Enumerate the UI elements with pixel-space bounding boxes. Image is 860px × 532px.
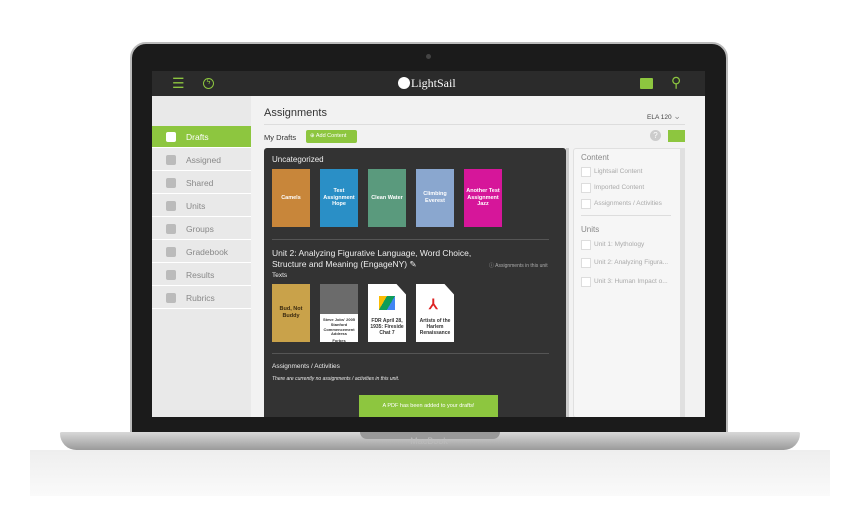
share-icon [166, 178, 176, 188]
pdf-icon: ⅄ [429, 296, 438, 312]
filter-checkbox[interactable]: Unit 3: Human Impact o... [581, 277, 668, 287]
sail-logo-icon [398, 77, 410, 89]
book-title: Test Assignment Hope [323, 188, 355, 208]
filter-checkbox[interactable]: Imported Content [581, 183, 644, 193]
top-bar: ☰ ϟ LightSail ⚲ [152, 71, 705, 96]
divider [272, 353, 549, 354]
app-screen: ☰ ϟ LightSail ⚲ Drafts Assigned Shared U… [152, 71, 705, 417]
unit-title-text: Unit 2: Analyzing Figurative Language, W… [272, 248, 472, 269]
texts-label: Texts [272, 272, 288, 279]
page-title: Assignments [264, 107, 327, 119]
lightning-icon[interactable]: ϟ [203, 78, 214, 89]
activities-empty: There are currently no assignments / act… [272, 376, 400, 382]
drafts-panel: Uncategorized Camels Test Assignment Hope… [264, 148, 566, 417]
activities-label: Assignments / Activities [272, 363, 340, 370]
sidebar-label: Results [186, 270, 215, 280]
laptop-shadow [30, 450, 830, 496]
sidebar-label: Groups [186, 224, 214, 234]
text-title: Steve Jobs' 2005 Stanford Commencement A… [322, 317, 356, 337]
clipboard-icon [166, 155, 176, 165]
book-title: Climbing Everest [423, 191, 447, 204]
lightsail-logo: LightSail [398, 76, 456, 91]
filter-checkbox[interactable]: Assignments / Activities [581, 199, 662, 209]
photo [320, 284, 358, 314]
doc-title: FDR April 28, 1935: Fireside Chat 7 [370, 318, 404, 336]
draft-book-cover[interactable]: Clean Water [368, 169, 406, 227]
sidebar-item-results[interactable]: Results [152, 264, 251, 286]
filter-scrollbar[interactable] [680, 148, 685, 417]
sidebar-label: Drafts [186, 132, 209, 142]
edit-pencil-icon[interactable]: ✎ [410, 259, 417, 269]
unit-title: Unit 2: Analyzing Figurative Language, W… [272, 248, 472, 270]
sidebar-item-gradebook[interactable]: Gradebook [152, 241, 251, 263]
sidebar-label: Shared [186, 178, 214, 188]
hamburger-icon[interactable]: ☰ [172, 75, 185, 92]
help-icon[interactable]: ? [650, 130, 661, 141]
device-brand: MacBook [410, 436, 448, 446]
filter-panel: Content Lightsail Content Imported Conte… [573, 148, 685, 417]
class-name: ELA 120 [647, 114, 672, 121]
logo-text: LightSail [411, 76, 456, 90]
draft-book-cover[interactable]: Test Assignment Hope [320, 169, 358, 227]
book-title: Clean Water [371, 194, 403, 201]
scrollbar[interactable] [566, 148, 569, 417]
book-title: Another Test Assignment Jazz [466, 188, 500, 208]
units-filter-title: Units [581, 225, 600, 234]
content-filter-title: Content [581, 153, 610, 162]
uncategorized-title: Uncategorized [272, 155, 324, 164]
text-steve-jobs-address[interactable]: Steve Jobs' 2005 Stanford Commencement A… [320, 284, 358, 344]
sidebar-item-shared[interactable]: Shared [152, 172, 251, 194]
sidebar-item-units[interactable]: Units [152, 195, 251, 217]
draft-book-cover[interactable]: Another Test Assignment Jazz [464, 169, 502, 227]
mail-icon[interactable] [668, 130, 685, 142]
doc-harlem-renaissance[interactable]: ⅄ Artists of the Harlem Renaissance [416, 284, 454, 342]
sidebar-label: Units [186, 201, 206, 211]
assignments-in-unit-note: ⓘ Assignments in this unit [489, 263, 548, 269]
units-icon [166, 201, 176, 211]
sidebar-item-assigned[interactable]: Assigned [152, 149, 251, 171]
google-drive-icon [379, 296, 395, 310]
sidebar-item-rubrics[interactable]: Rubrics [152, 287, 251, 309]
add-content-button[interactable]: ⊕ Add Content [306, 130, 357, 143]
divider [272, 239, 549, 240]
gradebook-icon [166, 247, 176, 257]
sidebar-label: Gradebook [186, 247, 229, 257]
bar-chart-icon [166, 270, 176, 280]
text-source: Forbes [332, 338, 346, 344]
divider [264, 124, 685, 125]
draft-book-cover[interactable]: Climbing Everest [416, 169, 454, 227]
chevron-down-icon: ⌄ [673, 111, 681, 121]
camera [426, 54, 431, 59]
sidebar-item-drafts[interactable]: Drafts [152, 126, 251, 148]
search-icon[interactable]: ⚲ [671, 74, 681, 91]
pencil-icon [166, 132, 176, 142]
book-title: Camels [281, 194, 301, 201]
sidebar-label: Assigned [186, 155, 221, 165]
doc-fdr-fireside-chat[interactable]: FDR April 28, 1935: Fireside Chat 7 [368, 284, 406, 342]
filter-checkbox[interactable]: Unit 1: Mythology [581, 240, 644, 250]
grid-icon [166, 293, 176, 303]
class-selector[interactable]: ELA 120 ⌄ [647, 111, 681, 122]
my-drafts-label: My Drafts [264, 133, 297, 142]
doc-title: Artists of the Harlem Renaissance [419, 318, 451, 336]
book-title: Bud, Not Buddy [279, 306, 303, 319]
sidebar-item-groups[interactable]: Groups [152, 218, 251, 240]
plus-icon: ⊕ [310, 133, 315, 139]
sidebar-label: Rubrics [186, 293, 215, 303]
toast-notification: A PDF has been added to your drafts! [359, 395, 498, 417]
divider [581, 215, 671, 216]
draft-book-cover[interactable]: Camels [272, 169, 310, 227]
groups-icon [166, 224, 176, 234]
book-icon[interactable] [640, 78, 653, 89]
add-content-label: Add Content [315, 133, 347, 139]
filter-checkbox[interactable]: Lightsail Content [581, 167, 642, 177]
sidebar: Drafts Assigned Shared Units Groups Grad… [152, 96, 251, 417]
filter-checkbox[interactable]: Unit 2: Analyzing Figura... [581, 258, 668, 268]
book-cover-bud-not-buddy[interactable]: Bud, Not Buddy [272, 284, 310, 342]
note-text: Assignments in this unit [495, 263, 548, 269]
